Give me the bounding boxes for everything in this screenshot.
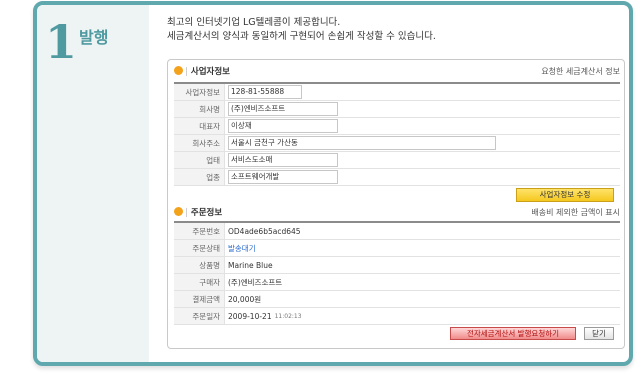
row-label: 회사주소 (174, 135, 225, 151)
table-row: 구매자 (주)엔비즈소프트 (174, 274, 620, 291)
table-row: 회사명 (주)엔비즈소프트 (174, 101, 620, 118)
table-row: 상품명 Marine Blue (174, 257, 620, 274)
representative-field[interactable]: 이상재 (228, 119, 338, 133)
business-item-field[interactable]: 소프트웨어개발 (228, 170, 338, 184)
business-type-field[interactable]: 서비스도소매 (228, 153, 338, 167)
product-name-value: Marine Blue (228, 260, 273, 270)
business-number-field[interactable]: 128-81-55888 (228, 85, 302, 99)
order-status-value: 발송대기 (228, 243, 256, 253)
table-row: 대표자 이상재 (174, 118, 620, 135)
payment-amount-value: 20,000원 (228, 294, 262, 304)
row-label: 대표자 (174, 118, 225, 134)
row-label: 사업자정보 (174, 84, 225, 100)
table-row: 결제금액 20,000원 (174, 291, 620, 308)
edit-business-button[interactable]: 사업자정보 수정 (516, 188, 614, 202)
order-section-header: | 주문정보 배송비 제외한 금액이 표시 (174, 205, 620, 221)
intro-line-1: 최고의 인터넷기업 LG텔레콤이 제공합니다. (167, 17, 341, 28)
table-row: 주문일자 2009-10-21 11:02:13 (174, 308, 620, 325)
row-label: 주문번호 (174, 223, 225, 239)
row-label: 회사명 (174, 101, 225, 117)
business-section-header: | 사업자정보 요청한 세금계산서 정보 (174, 64, 620, 80)
order-date-value: 2009-10-21 11:02:13 (225, 308, 302, 324)
intro-line-2: 세금계산서의 양식과 동일하게 구현되어 손쉽게 작성할 수 있습니다. (167, 31, 436, 42)
request-invoice-button[interactable]: 전자세금계산서 발행요청하기 (450, 326, 576, 340)
row-label: 업종 (174, 169, 225, 185)
order-table: 주문번호 OD4ade6b5acd645 주문상태 발송대기 상품명 Marin… (174, 221, 620, 325)
table-row: 업종 소프트웨어개발 (174, 169, 620, 186)
row-label: 구매자 (174, 274, 225, 290)
order-number-value: OD4ade6b5acd645 (228, 226, 301, 236)
order-actions: 전자세금계산서 발행요청하기 닫기 (174, 324, 620, 342)
row-label: 상품명 (174, 257, 225, 273)
bullet-icon (174, 207, 183, 216)
address-field[interactable]: 서울시 금천구 가산동 (228, 136, 496, 150)
table-row: 주문상태 발송대기 (174, 240, 620, 257)
row-label: 주문일자 (174, 308, 225, 324)
business-table: 사업자정보 128-81-55888 회사명 (주)엔비즈소프트 대표자 이상재… (174, 82, 620, 186)
step-number: 1 (45, 15, 78, 69)
buyer-value: (주)엔비즈소프트 (228, 277, 283, 287)
row-label: 주문상태 (174, 240, 225, 256)
table-row: 회사주소 서울시 금천구 가산동 (174, 135, 620, 152)
intro-text: 최고의 인터넷기업 LG텔레콤이 제공합니다. 세금계산서의 양식과 동일하게 … (167, 16, 436, 44)
table-row: 사업자정보 128-81-55888 (174, 84, 620, 101)
order-date: 2009-10-21 (228, 311, 272, 321)
business-section-note: 요청한 세금계산서 정보 (541, 67, 620, 76)
invoice-form: | 사업자정보 요청한 세금계산서 정보 사업자정보 128-81-55888 회… (167, 59, 625, 349)
table-row: 업태 서비스도소매 (174, 152, 620, 169)
table-row: 주문번호 OD4ade6b5acd645 (174, 223, 620, 240)
business-actions: 사업자정보 수정 (174, 186, 620, 204)
order-section-title: 주문정보 (190, 208, 223, 218)
close-button[interactable]: 닫기 (584, 326, 614, 340)
business-section-title: 사업자정보 (190, 67, 230, 77)
row-label: 결제금액 (174, 291, 225, 307)
company-name-field[interactable]: (주)엔비즈소프트 (228, 102, 338, 116)
order-section-note: 배송비 제외한 금액이 표시 (531, 208, 620, 217)
row-label: 업태 (174, 152, 225, 168)
bullet-icon (174, 66, 183, 75)
step-title: 발행 (79, 28, 109, 47)
order-time: 11:02:13 (274, 312, 302, 320)
step-frame: 1 발행 최고의 인터넷기업 LG텔레콤이 제공합니다. 세금계산서의 양식과 … (33, 1, 633, 366)
step-panel: 1 발행 (37, 5, 149, 362)
